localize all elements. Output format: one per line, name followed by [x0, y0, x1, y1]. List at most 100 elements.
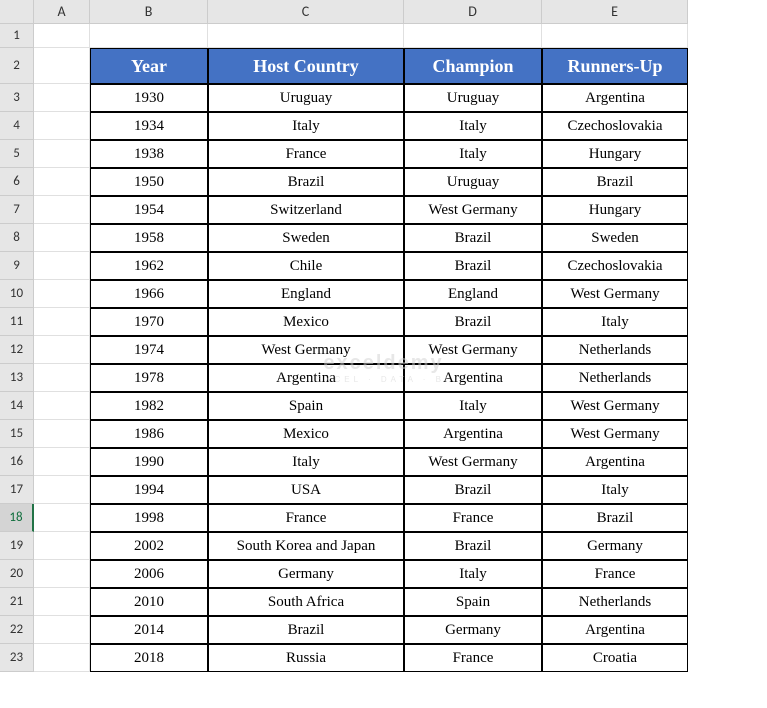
cell-B23[interactable]: 2018 [90, 644, 208, 672]
cell-B12[interactable]: 1974 [90, 336, 208, 364]
column-header-D[interactable]: D [404, 0, 542, 24]
cell-C3[interactable]: Uruguay [208, 84, 404, 112]
row-header-21[interactable]: 21 [0, 588, 34, 616]
cell-C17[interactable]: USA [208, 476, 404, 504]
cell-A20[interactable] [34, 560, 90, 588]
cell-A3[interactable] [34, 84, 90, 112]
cell-B14[interactable]: 1982 [90, 392, 208, 420]
row-header-1[interactable]: 1 [0, 24, 34, 48]
cell-E12[interactable]: Netherlands [542, 336, 688, 364]
cell-E6[interactable]: Brazil [542, 168, 688, 196]
cell-B20[interactable]: 2006 [90, 560, 208, 588]
cell-C6[interactable]: Brazil [208, 168, 404, 196]
row-header-5[interactable]: 5 [0, 140, 34, 168]
cell-B17[interactable]: 1994 [90, 476, 208, 504]
cell-E13[interactable]: Netherlands [542, 364, 688, 392]
cell-B5[interactable]: 1938 [90, 140, 208, 168]
cell-E17[interactable]: Italy [542, 476, 688, 504]
cell-E16[interactable]: Argentina [542, 448, 688, 476]
cell-C7[interactable]: Switzerland [208, 196, 404, 224]
cell-E18[interactable]: Brazil [542, 504, 688, 532]
cell-C13[interactable]: Argentina [208, 364, 404, 392]
row-header-6[interactable]: 6 [0, 168, 34, 196]
cell-C11[interactable]: Mexico [208, 308, 404, 336]
column-header-E[interactable]: E [542, 0, 688, 24]
cell-A8[interactable] [34, 224, 90, 252]
cell-E22[interactable]: Argentina [542, 616, 688, 644]
cell-C5[interactable]: France [208, 140, 404, 168]
row-header-11[interactable]: 11 [0, 308, 34, 336]
cell-E3[interactable]: Argentina [542, 84, 688, 112]
row-header-13[interactable]: 13 [0, 364, 34, 392]
cell-E10[interactable]: West Germany [542, 280, 688, 308]
cell-D3[interactable]: Uruguay [404, 84, 542, 112]
column-header-A[interactable]: A [34, 0, 90, 24]
cell-B15[interactable]: 1986 [90, 420, 208, 448]
cell-C21[interactable]: South Africa [208, 588, 404, 616]
cell-E4[interactable]: Czechoslovakia [542, 112, 688, 140]
cell-D7[interactable]: West Germany [404, 196, 542, 224]
row-header-17[interactable]: 17 [0, 476, 34, 504]
cell-B2[interactable]: Year [90, 48, 208, 84]
cell-B9[interactable]: 1962 [90, 252, 208, 280]
cell-D9[interactable]: Brazil [404, 252, 542, 280]
cell-A12[interactable] [34, 336, 90, 364]
cell-D2[interactable]: Champion [404, 48, 542, 84]
row-header-3[interactable]: 3 [0, 84, 34, 112]
cell-D5[interactable]: Italy [404, 140, 542, 168]
cell-C23[interactable]: Russia [208, 644, 404, 672]
cell-A21[interactable] [34, 588, 90, 616]
cell-A11[interactable] [34, 308, 90, 336]
cell-D15[interactable]: Argentina [404, 420, 542, 448]
cell-D18[interactable]: France [404, 504, 542, 532]
cell-E5[interactable]: Hungary [542, 140, 688, 168]
cell-E7[interactable]: Hungary [542, 196, 688, 224]
row-header-19[interactable]: 19 [0, 532, 34, 560]
row-header-9[interactable]: 9 [0, 252, 34, 280]
cell-C1[interactable] [208, 24, 404, 48]
cell-E8[interactable]: Sweden [542, 224, 688, 252]
cell-D13[interactable]: Argentina [404, 364, 542, 392]
cell-C22[interactable]: Brazil [208, 616, 404, 644]
cell-B8[interactable]: 1958 [90, 224, 208, 252]
cell-D6[interactable]: Uruguay [404, 168, 542, 196]
cell-C4[interactable]: Italy [208, 112, 404, 140]
select-all-corner[interactable] [0, 0, 34, 24]
cell-E23[interactable]: Croatia [542, 644, 688, 672]
cell-C8[interactable]: Sweden [208, 224, 404, 252]
cell-A22[interactable] [34, 616, 90, 644]
cell-C14[interactable]: Spain [208, 392, 404, 420]
row-header-4[interactable]: 4 [0, 112, 34, 140]
row-header-2[interactable]: 2 [0, 48, 34, 84]
row-header-22[interactable]: 22 [0, 616, 34, 644]
cell-B13[interactable]: 1978 [90, 364, 208, 392]
cell-C20[interactable]: Germany [208, 560, 404, 588]
cell-B22[interactable]: 2014 [90, 616, 208, 644]
row-header-8[interactable]: 8 [0, 224, 34, 252]
row-header-16[interactable]: 16 [0, 448, 34, 476]
cell-B16[interactable]: 1990 [90, 448, 208, 476]
cell-A4[interactable] [34, 112, 90, 140]
row-header-20[interactable]: 20 [0, 560, 34, 588]
cell-E20[interactable]: France [542, 560, 688, 588]
cell-D22[interactable]: Germany [404, 616, 542, 644]
cell-D17[interactable]: Brazil [404, 476, 542, 504]
cell-A16[interactable] [34, 448, 90, 476]
row-header-23[interactable]: 23 [0, 644, 34, 672]
cell-C18[interactable]: France [208, 504, 404, 532]
cell-B11[interactable]: 1970 [90, 308, 208, 336]
cell-B10[interactable]: 1966 [90, 280, 208, 308]
cell-D4[interactable]: Italy [404, 112, 542, 140]
cell-D11[interactable]: Brazil [404, 308, 542, 336]
cell-B1[interactable] [90, 24, 208, 48]
cell-E19[interactable]: Germany [542, 532, 688, 560]
cell-A18[interactable] [34, 504, 90, 532]
cell-B3[interactable]: 1930 [90, 84, 208, 112]
cell-A5[interactable] [34, 140, 90, 168]
cell-D16[interactable]: West Germany [404, 448, 542, 476]
cell-A23[interactable] [34, 644, 90, 672]
column-header-B[interactable]: B [90, 0, 208, 24]
cell-A7[interactable] [34, 196, 90, 224]
cell-E14[interactable]: West Germany [542, 392, 688, 420]
cell-B21[interactable]: 2010 [90, 588, 208, 616]
